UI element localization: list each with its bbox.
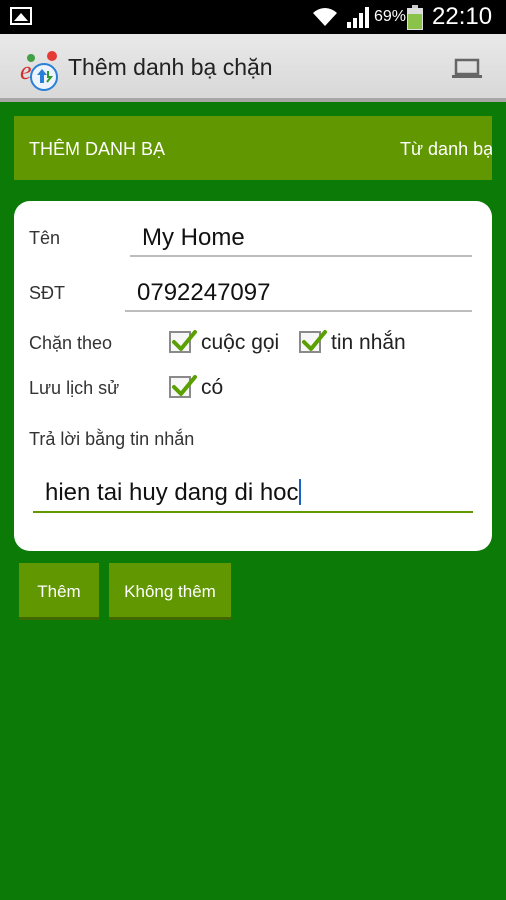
cancel-button[interactable]: Không thêm	[109, 563, 231, 620]
gallery-icon	[10, 7, 32, 25]
add-button[interactable]: Thêm	[19, 563, 99, 620]
phone-field[interactable]: 0792247097	[137, 279, 270, 307]
reply-field-underline	[33, 511, 473, 513]
check-icon	[302, 330, 327, 351]
page-title: Thêm danh bạ chặn	[68, 54, 273, 80]
block-sms-label[interactable]: tin nhắn	[331, 331, 406, 355]
reply-label: Trả lời bằng tin nhắn	[29, 429, 195, 449]
tab-from-contacts[interactable]: Từ danh bạ	[400, 139, 492, 160]
save-history-option-label[interactable]: có	[201, 376, 223, 400]
form-card: Tên My Home SĐT 0792247097 Chặn theo cuộ…	[14, 201, 492, 551]
action-bar: e Thêm danh bạ chặn	[0, 34, 506, 102]
phone-field-underline	[125, 310, 472, 312]
check-icon	[172, 375, 197, 396]
save-history-checkbox[interactable]	[169, 375, 197, 398]
name-field[interactable]: My Home	[142, 224, 245, 252]
name-field-underline	[130, 255, 472, 257]
clock: 22:10	[432, 3, 493, 30]
block-calls-checkbox[interactable]	[169, 330, 197, 353]
block-sms-checkbox[interactable]	[299, 330, 327, 353]
battery-icon	[407, 5, 423, 30]
block-by-label: Chặn theo	[29, 333, 113, 353]
tab-add-contact[interactable]: THÊM DANH BẠ	[29, 139, 165, 160]
name-label: Tên	[29, 228, 61, 248]
text-cursor	[298, 479, 301, 505]
block-calls-label[interactable]: cuộc gọi	[201, 331, 279, 355]
laptop-icon[interactable]	[452, 58, 482, 80]
check-icon	[172, 330, 197, 351]
signal-icon	[347, 7, 369, 28]
reply-message-text: hien tai huy dang di hoc	[45, 479, 299, 506]
app-logo-icon[interactable]: e	[18, 49, 62, 91]
status-bar: 69% 22:10	[0, 0, 506, 34]
wifi-icon	[313, 8, 337, 26]
tab-bar: THÊM DANH BẠ Từ danh bạ	[14, 116, 492, 180]
phone-label: SĐT	[29, 283, 65, 303]
save-history-label: Lưu lịch sử	[29, 378, 120, 398]
battery-percent: 69%	[374, 8, 407, 25]
reply-message-field[interactable]: hien tai huy dang di hoc	[45, 479, 301, 507]
